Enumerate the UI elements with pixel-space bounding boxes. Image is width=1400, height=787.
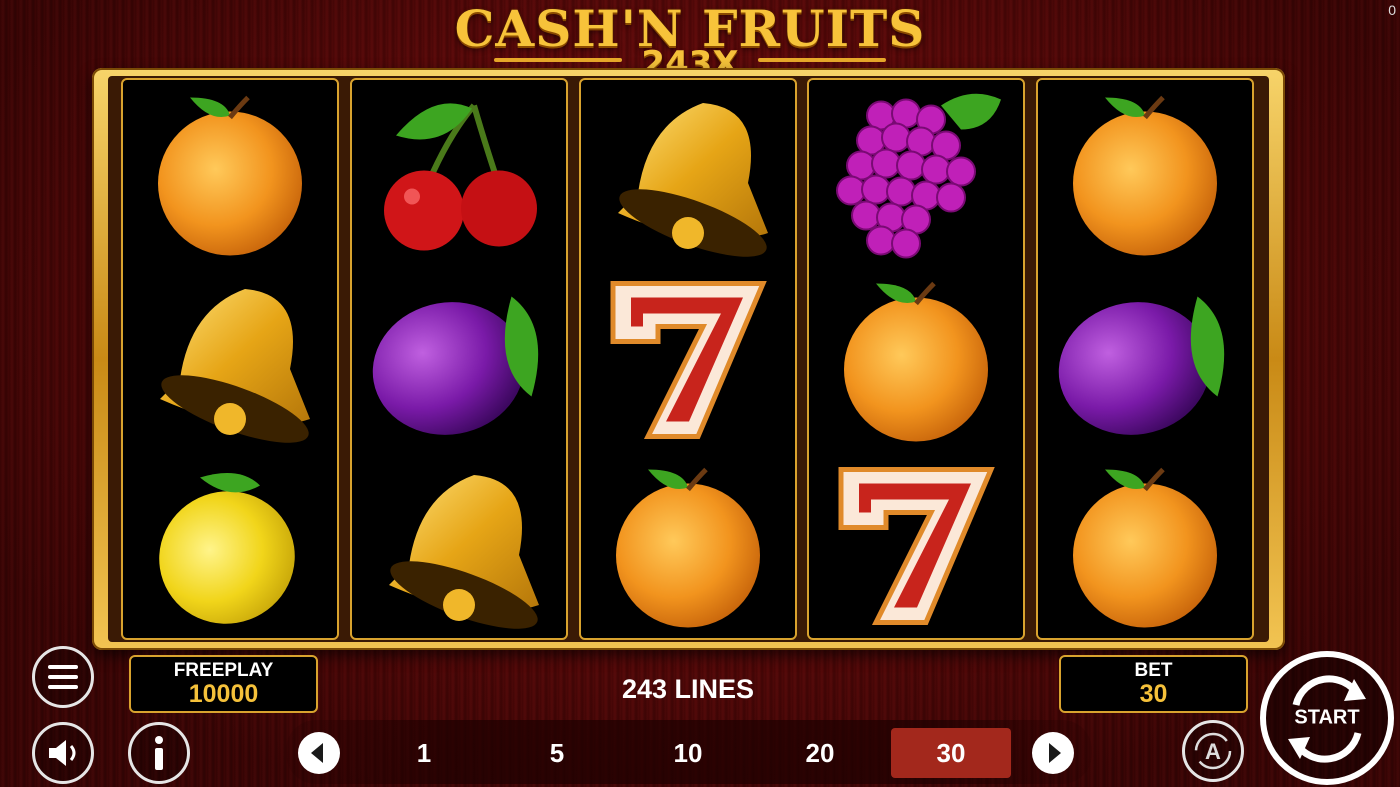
plum-icon: [352, 266, 566, 452]
counter-display: 0: [1388, 2, 1396, 18]
bet-option-10[interactable]: 10: [628, 728, 748, 778]
seven-icon: [581, 266, 795, 452]
plum-icon: [1038, 266, 1252, 452]
bell-icon: [123, 266, 337, 452]
bet-decrease-button[interactable]: [298, 732, 340, 774]
seven-icon: [809, 452, 1023, 638]
info-button[interactable]: [128, 722, 190, 784]
bet-box: BET 30: [1059, 655, 1248, 713]
start-button[interactable]: START: [1260, 651, 1394, 785]
lines-display: 243 LINES: [621, 674, 755, 704]
info-icon: [155, 736, 163, 770]
bell-icon: [352, 452, 566, 638]
start-label: START: [1294, 706, 1360, 729]
reel-2: [350, 78, 568, 640]
freeplay-box: FREEPLAY 10000: [129, 655, 318, 713]
arrow-right-icon: [1049, 743, 1061, 763]
bet-option-1[interactable]: 1: [364, 728, 484, 778]
speaker-icon: [49, 740, 76, 766]
reel-4: [807, 78, 1025, 640]
freeplay-label: FREEPLAY: [173, 660, 274, 681]
orange-icon: [1038, 80, 1252, 266]
bet-value: 30: [1139, 680, 1168, 708]
bet-option-30[interactable]: 30: [891, 728, 1011, 778]
lemon-icon: [123, 452, 337, 638]
arrow-left-icon: [311, 743, 323, 763]
menu-button[interactable]: [32, 646, 94, 708]
freeplay-value: 10000: [188, 680, 259, 708]
orange-icon: [123, 80, 337, 266]
bet-label: BET: [1134, 660, 1173, 681]
sound-button[interactable]: [32, 722, 94, 784]
autoplay-button[interactable]: A: [1182, 720, 1244, 782]
orange-icon: [1038, 452, 1252, 638]
autoplay-icon: A: [1194, 732, 1232, 770]
hamburger-icon: [48, 665, 78, 689]
orange-icon: [581, 452, 795, 638]
bet-increase-button[interactable]: [1032, 732, 1074, 774]
reel-3: [579, 78, 797, 640]
reel-5: [1036, 78, 1254, 640]
orange-icon: [809, 266, 1023, 452]
cherry-icon: [352, 80, 566, 266]
reel-1: [121, 78, 339, 640]
bet-option-20[interactable]: 20: [760, 728, 880, 778]
grapes-icon: [809, 80, 1023, 266]
svg-text:A: A: [1205, 739, 1221, 764]
bell-icon: [581, 80, 795, 266]
bet-option-5[interactable]: 5: [497, 728, 617, 778]
